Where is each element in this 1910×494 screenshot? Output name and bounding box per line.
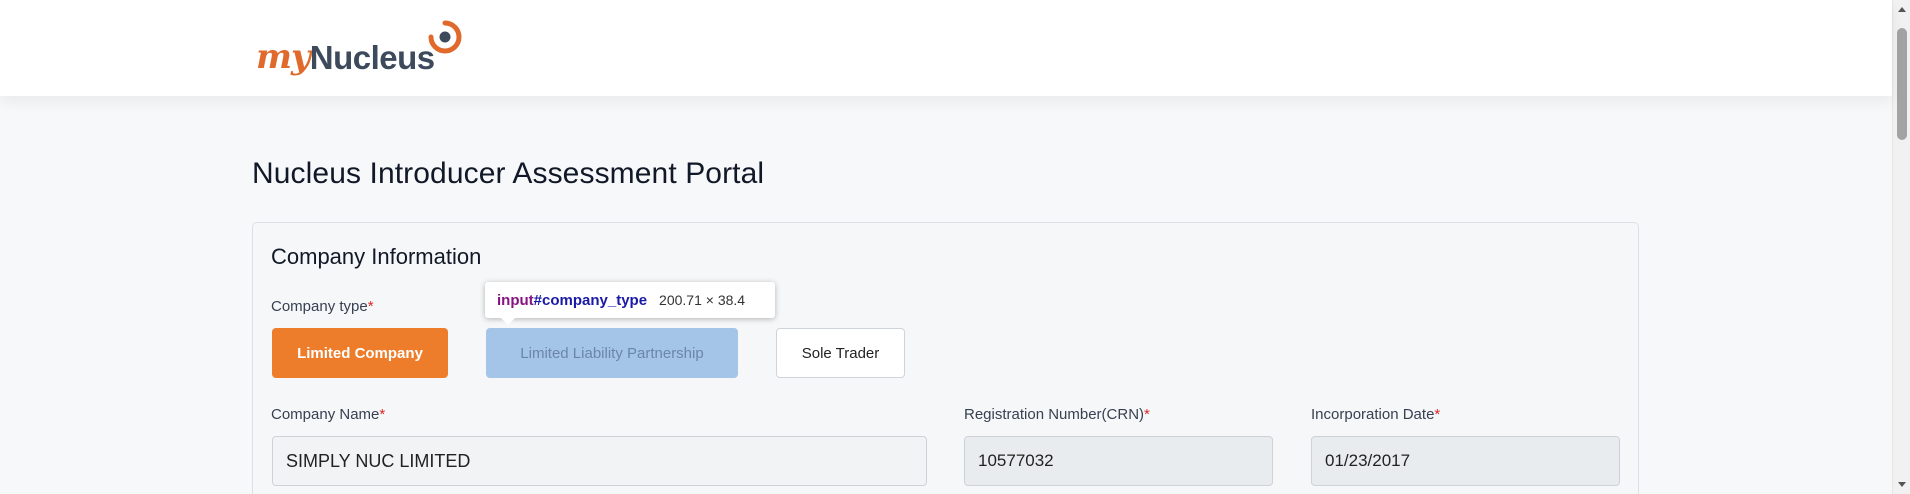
scroll-down-arrow-icon[interactable] xyxy=(1898,482,1906,487)
scroll-up-arrow-icon[interactable] xyxy=(1898,7,1906,12)
tooltip-dimensions: 200.71 × 38.4 xyxy=(659,292,746,308)
company-name-label-text: Company Name xyxy=(271,406,380,423)
mynucleus-logo[interactable]: my Nucleus xyxy=(256,20,466,74)
required-asterisk: * xyxy=(379,406,386,423)
registration-number-label-text: Registration Number(CRN) xyxy=(964,406,1145,423)
company-type-label: Company type* xyxy=(271,298,374,315)
required-asterisk: * xyxy=(367,298,374,315)
required-asterisk: * xyxy=(1144,406,1150,423)
site-header: my Nucleus xyxy=(0,0,1892,96)
registration-number-label: Registration Number(CRN)* xyxy=(964,406,1150,423)
tooltip-tag: input xyxy=(497,291,534,309)
incorporation-date-input[interactable]: 01/23/2017 xyxy=(1311,436,1620,486)
devtools-inspect-tooltip: input #company_type 200.71 × 38.4 xyxy=(485,282,775,325)
section-title: Company Information xyxy=(271,244,482,269)
company-type-label-text: Company type xyxy=(271,298,368,315)
company-name-input[interactable]: SIMPLY NUC LIMITED xyxy=(272,436,927,486)
sole-trader-button[interactable]: Sole Trader xyxy=(776,328,905,378)
limited-company-button[interactable]: Limited Company xyxy=(272,328,448,378)
company-name-label: Company Name* xyxy=(271,406,385,423)
scrollbar-thumb[interactable] xyxy=(1897,28,1907,140)
logo-my-text: my xyxy=(256,37,311,77)
registration-number-input[interactable]: 10577032 xyxy=(964,436,1273,486)
limited-liability-partnership-button[interactable]: Limited Liability Partnership xyxy=(486,328,738,378)
incorporation-date-label: Incorporation Date* xyxy=(1311,406,1440,423)
logo-swirl-icon xyxy=(428,20,462,54)
tooltip-id: #company_type xyxy=(533,291,648,309)
logo-nucleus-text: Nucleus xyxy=(309,39,435,76)
page-scrollbar[interactable] xyxy=(1892,0,1910,494)
incorporation-date-label-text: Incorporation Date xyxy=(1311,406,1435,423)
required-asterisk: * xyxy=(1434,406,1441,423)
page-title: Nucleus Introducer Assessment Portal xyxy=(252,157,765,190)
